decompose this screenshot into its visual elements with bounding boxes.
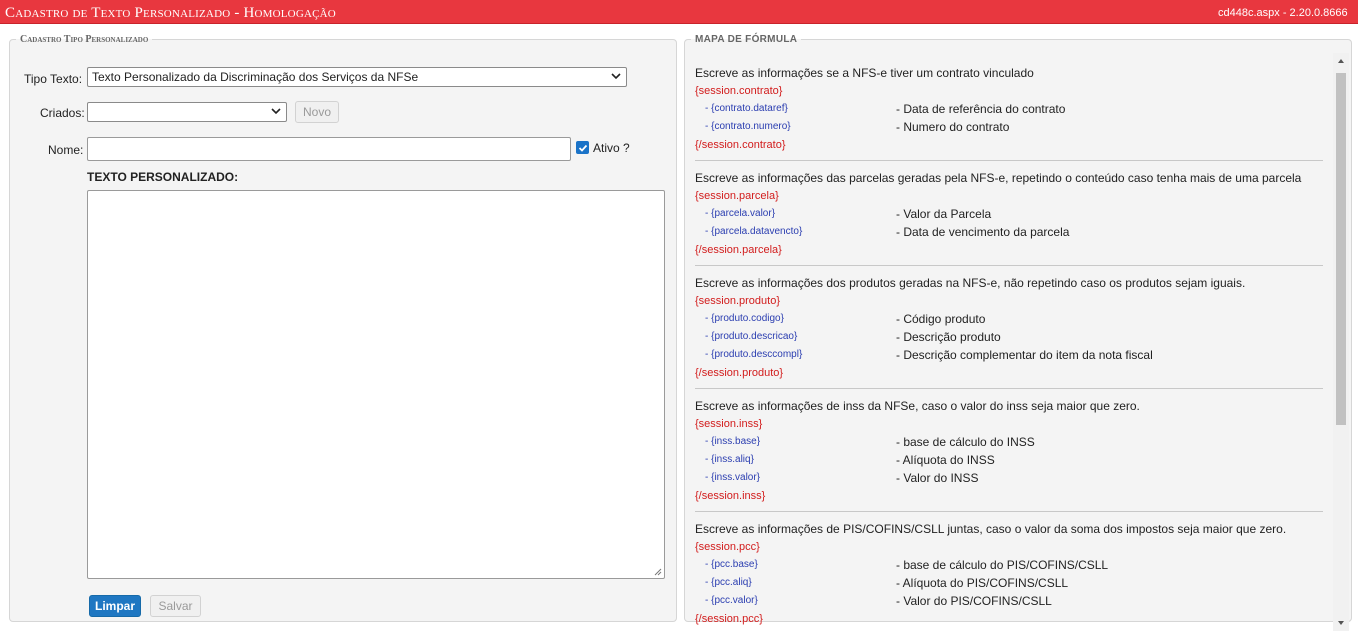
texto-personalizado-label: TEXTO PERSONALIZADO: [87, 170, 239, 184]
ativo-label: Ativo ? [593, 141, 630, 155]
session-close-tag: {/session.pcc} [695, 613, 763, 625]
formula-list[interactable]: Escreve as informações se a NFS-e tiver … [695, 61, 1323, 629]
field-row: - {pcc.valor} - Valor do PIS/COFINS/CSLL [695, 592, 1323, 610]
field-placeholder: - {produto.codigo} [705, 313, 784, 324]
formula-section: Escreve as informações de PIS/COFINS/CSL… [695, 512, 1323, 629]
field-row: - {parcela.datavencto} - Data de vencimen… [695, 223, 1323, 241]
scroll-down-icon[interactable] [1337, 619, 1345, 627]
field-placeholder: - {contrato.dataref} [705, 103, 788, 114]
title-bar: Cadastro de Texto Personalizado - Homolo… [0, 0, 1358, 24]
field-row: - {produto.codigo} - Código produto [695, 310, 1323, 328]
session-open-tag: {session.inss} [695, 418, 763, 430]
field-meaning: - Código produto [896, 312, 986, 326]
cadastro-panel: Cadastro Tipo Personalizado Tipo Texto: … [9, 34, 677, 622]
page-title: Cadastro de Texto Personalizado - Homolo… [5, 5, 336, 21]
field-placeholder: - {contrato.numero} [705, 121, 791, 132]
field-row: - {pcc.base} - base de cálculo do PIS/COF… [695, 556, 1323, 574]
section-description: Escreve as informações de PIS/COFINS/CSL… [695, 522, 1287, 536]
formula-section: Escreve as informações dos produtos gera… [695, 266, 1323, 389]
scrollbar-thumb[interactable] [1336, 73, 1346, 425]
tipo-texto-select[interactable]: Texto Personalizado da Discriminação dos… [87, 67, 627, 87]
field-meaning: - Data de referência do contrato [896, 102, 1066, 116]
nome-input[interactable] [87, 137, 571, 161]
session-open-tag: {session.parcela} [695, 190, 779, 202]
chevron-down-icon [610, 70, 622, 82]
ativo-checkbox[interactable] [576, 141, 589, 154]
field-placeholder: - {produto.descricao} [705, 331, 798, 342]
field-row: - {inss.aliq} - Alíquota do INSS [695, 451, 1323, 469]
field-placeholder: - {inss.base} [705, 436, 761, 447]
field-placeholder: - {parcela.datavencto} [705, 226, 803, 237]
field-meaning: - Data de vencimento da parcela [896, 225, 1070, 239]
mapa-formula-legend: MAPA DE FÓRMULA [695, 34, 798, 45]
scroll-up-icon[interactable] [1337, 57, 1345, 65]
check-icon [578, 144, 587, 152]
field-meaning: - Valor da Parcela [896, 207, 992, 221]
formula-section: Escreve as informações das parcelas gera… [695, 161, 1323, 266]
session-open-tag: {session.contrato} [695, 85, 783, 97]
field-row: - {inss.valor} - Valor do INSS [695, 469, 1323, 487]
field-row: - {inss.base} - base de cálculo do INSS [695, 433, 1323, 451]
section-description: Escreve as informações de inss da NFSe, … [695, 399, 1140, 413]
limpar-button[interactable]: Limpar [89, 595, 141, 617]
field-placeholder: - {produto.desccompl} [705, 349, 803, 360]
field-placeholder: - {inss.aliq} [705, 454, 754, 465]
field-meaning: - Descrição produto [896, 330, 1001, 344]
field-meaning: - Valor do PIS/COFINS/CSLL [896, 594, 1052, 608]
formula-section: Escreve as informações de inss da NFSe, … [695, 389, 1323, 512]
resize-grip-icon[interactable] [653, 567, 662, 576]
cadastro-legend: Cadastro Tipo Personalizado [20, 34, 149, 45]
field-row: - {parcela.valor} - Valor da Parcela [695, 205, 1323, 223]
field-placeholder: - {pcc.base} [705, 559, 758, 570]
version-label: cd448c.aspx - 2.20.0.8666 [1218, 7, 1348, 19]
section-description: Escreve as informações dos produtos gera… [695, 276, 1246, 290]
mapa-formula-panel: MAPA DE FÓRMULA Escreve as informações s… [684, 34, 1352, 631]
field-row: - {produto.desccompl} - Descrição complem… [695, 346, 1323, 364]
tipo-texto-value: Texto Personalizado da Discriminação dos… [92, 70, 419, 84]
field-placeholder: - {pcc.aliq} [705, 577, 752, 588]
field-meaning: - base de cálculo do INSS [896, 435, 1035, 449]
criados-label: Criados: [40, 106, 85, 120]
session-open-tag: {session.produto} [695, 295, 781, 307]
field-row: - {pcc.aliq} - Alíquota do PIS/COFINS/CSL… [695, 574, 1323, 592]
field-meaning: - base de cálculo do PIS/COFINS/CSLL [896, 558, 1109, 572]
session-open-tag: {session.pcc} [695, 541, 760, 553]
session-close-tag: {/session.inss} [695, 490, 766, 502]
vertical-scrollbar[interactable] [1333, 53, 1349, 631]
field-meaning: - Valor do INSS [896, 471, 979, 485]
session-close-tag: {/session.parcela} [695, 244, 782, 256]
field-row: - {contrato.dataref} - Data de referência… [695, 100, 1323, 118]
formula-section: Escreve as informações se a NFS-e tiver … [695, 61, 1323, 161]
criados-select[interactable] [87, 102, 287, 122]
field-placeholder: - {pcc.valor} [705, 595, 758, 606]
chevron-down-icon [270, 105, 282, 117]
field-meaning: - Numero do contrato [896, 120, 1010, 134]
salvar-button[interactable]: Salvar [150, 595, 201, 617]
field-meaning: - Descrição complementar do item da nota… [896, 348, 1153, 362]
tipo-texto-label: Tipo Texto: [24, 72, 83, 86]
session-close-tag: {/session.contrato} [695, 139, 786, 151]
field-meaning: - Alíquota do PIS/COFINS/CSLL [896, 576, 1069, 590]
texto-personalizado-textarea[interactable] [87, 190, 665, 579]
field-row: - {contrato.numero} - Numero do contrato [695, 118, 1323, 136]
field-row: - {produto.descricao} - Descrição produto [695, 328, 1323, 346]
section-description: Escreve as informações se a NFS-e tiver … [695, 66, 1034, 80]
field-meaning: - Alíquota do INSS [896, 453, 995, 467]
session-close-tag: {/session.produto} [695, 367, 784, 379]
field-placeholder: - {inss.valor} [705, 472, 761, 483]
field-placeholder: - {parcela.valor} [705, 208, 776, 219]
nome-label: Nome: [48, 143, 84, 157]
section-description: Escreve as informações das parcelas gera… [695, 171, 1302, 185]
novo-button[interactable]: Novo [295, 101, 339, 123]
